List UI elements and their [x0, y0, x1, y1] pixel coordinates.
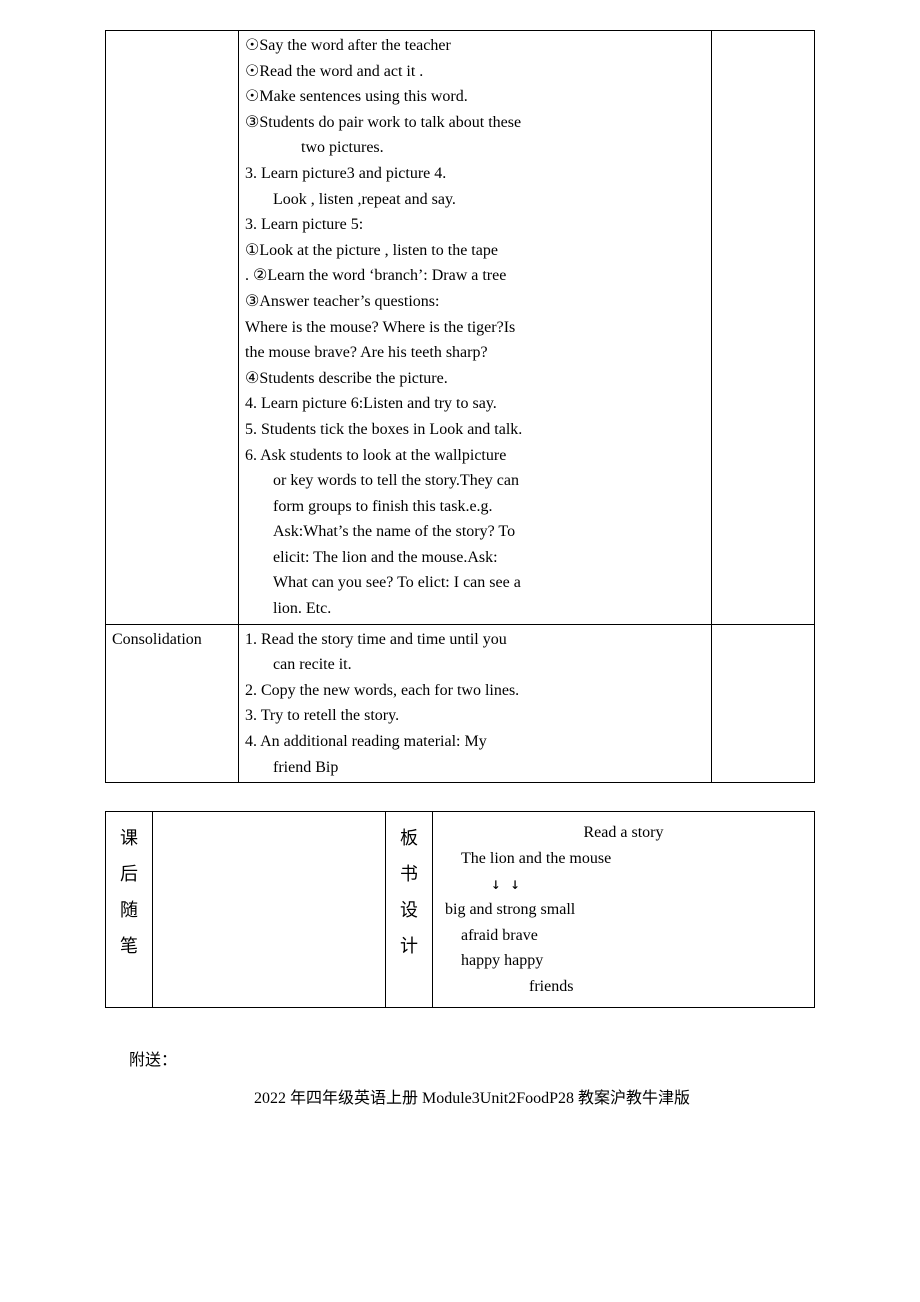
- activity-line: ☉Say the word after the teacher: [245, 33, 705, 59]
- activity-line: 4. An additional reading material: My: [245, 729, 705, 755]
- appendix-title: 2022 年四年级英语上册 Module3Unit2FoodP28 教案沪教牛津…: [129, 1086, 815, 1112]
- activity-line: Look , listen ,repeat and say.: [245, 187, 705, 213]
- activity-line: ③Answer teacher’s questions:: [245, 289, 705, 315]
- activity-line: 3. Try to retell the story.: [245, 703, 705, 729]
- board-arrows: ↓ ↓: [439, 871, 808, 897]
- vertical-char: 设: [392, 892, 426, 928]
- activity-line: Ask:What’s the name of the story? To: [245, 519, 705, 545]
- postscript-board-table: 课 后 随 笔 板 书 设 计 Read a story The lion an…: [105, 811, 815, 1008]
- activity-line: form groups to finish this task.e.g.: [245, 494, 705, 520]
- activities-cell: ☉Say the word after the teacher ☉Read th…: [239, 31, 712, 625]
- activity-line: two pictures.: [245, 135, 705, 161]
- activity-line: What can you see? To elict: I can see a: [245, 570, 705, 596]
- activity-line: 3. Learn picture3 and picture 4.: [245, 161, 705, 187]
- stage-cell-empty: [106, 31, 239, 625]
- activity-line: 6. Ask students to look at the wallpictu…: [245, 443, 705, 469]
- vertical-char: 后: [112, 856, 146, 892]
- activity-line: ④Students describe the picture.: [245, 366, 705, 392]
- vertical-char: 课: [112, 820, 146, 856]
- notes-cell-empty: [712, 31, 815, 625]
- table-row: Consolidation 1. Read the story time and…: [106, 624, 815, 783]
- notes-cell-empty: [712, 624, 815, 783]
- board-title: Read a story: [439, 820, 808, 846]
- activity-line: ☉Read the word and act it .: [245, 59, 705, 85]
- activity-line: friend Bip: [245, 755, 705, 781]
- activity-line: ☉Make sentences using this word.: [245, 84, 705, 110]
- activity-line: the mouse brave? Are his teeth sharp?: [245, 340, 705, 366]
- stage-label: Consolidation: [112, 631, 202, 648]
- postscript-content-cell: [153, 812, 386, 1008]
- activity-line: ③Students do pair work to talk about the…: [245, 110, 705, 136]
- activity-line: 2. Copy the new words, each for two line…: [245, 678, 705, 704]
- activity-line: elicit: The lion and the mouse.Ask:: [245, 545, 705, 571]
- table-row: 课 后 随 笔 板 书 设 计 Read a story The lion an…: [106, 812, 815, 1008]
- lesson-plan-table: ☉Say the word after the teacher ☉Read th…: [105, 30, 815, 783]
- activity-line: lion. Etc.: [245, 596, 705, 622]
- board-line: The lion and the mouse: [439, 846, 808, 872]
- appendix-section: 附送： 2022 年四年级英语上册 Module3Unit2FoodP28 教案…: [105, 1048, 815, 1111]
- activity-line: . ②Learn the word ‘branch’: Draw a tree: [245, 263, 705, 289]
- table-row: ☉Say the word after the teacher ☉Read th…: [106, 31, 815, 625]
- vertical-char: 随: [112, 892, 146, 928]
- activity-line: Where is the mouse? Where is the tiger?I…: [245, 315, 705, 341]
- board-line: happy happy: [439, 948, 808, 974]
- activity-line: or key words to tell the story.They can: [245, 468, 705, 494]
- board-line: friends: [439, 974, 808, 1000]
- activity-line: 3. Learn picture 5:: [245, 212, 705, 238]
- activity-line: 4. Learn picture 6:Listen and try to say…: [245, 391, 705, 417]
- vertical-char: 笔: [112, 928, 146, 964]
- activity-line: ①Look at the picture , listen to the tap…: [245, 238, 705, 264]
- activities-cell: 1. Read the story time and time until yo…: [239, 624, 712, 783]
- stage-cell-consolidation: Consolidation: [106, 624, 239, 783]
- board-line: big and strong small: [439, 897, 808, 923]
- activity-line: 5. Students tick the boxes in Look and t…: [245, 417, 705, 443]
- postscript-label-cell: 课 后 随 笔: [106, 812, 153, 1008]
- vertical-char: 板: [392, 820, 426, 856]
- board-design-label-cell: 板 书 设 计: [386, 812, 433, 1008]
- board-line: afraid brave: [439, 923, 808, 949]
- board-design-content-cell: Read a story The lion and the mouse ↓ ↓ …: [433, 812, 815, 1008]
- activity-line: can recite it.: [245, 652, 705, 678]
- vertical-char: 书: [392, 856, 426, 892]
- appendix-label: 附送：: [129, 1048, 815, 1074]
- vertical-char: 计: [392, 928, 426, 964]
- activity-line: 1. Read the story time and time until yo…: [245, 627, 705, 653]
